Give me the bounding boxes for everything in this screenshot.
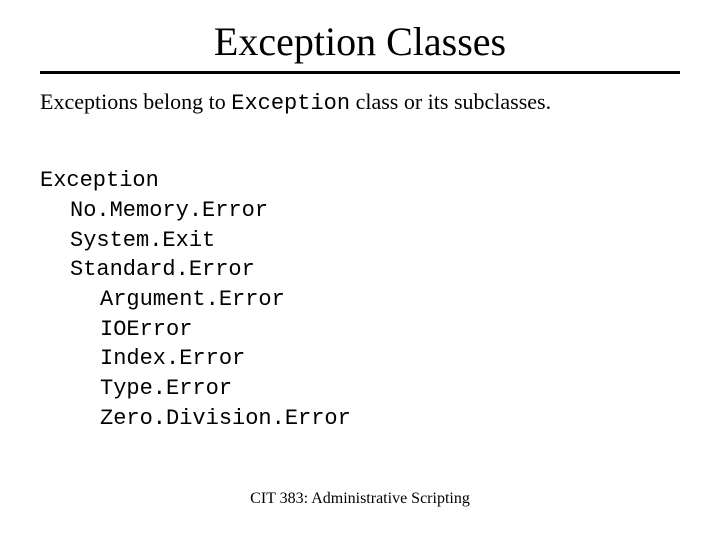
tree-item: IOError [40, 315, 720, 345]
tree-item: No.Memory.Error [40, 196, 720, 226]
tree-item: Argument.Error [40, 285, 720, 315]
tree-item: Index.Error [40, 344, 720, 374]
tree-item: System.Exit [40, 226, 720, 256]
slide: Exception Classes Exceptions belong to E… [0, 0, 720, 540]
tree-item: Standard.Error [40, 255, 720, 285]
intro-post: class or its subclasses. [350, 89, 551, 114]
intro-line: Exceptions belong to Exception class or … [40, 88, 680, 119]
tree-root: Exception [40, 168, 159, 193]
class-tree: Exception No.Memory.ErrorSystem.ExitStan… [40, 137, 720, 434]
intro-pre: Exceptions belong to [40, 89, 231, 114]
title-rule [40, 71, 680, 74]
slide-title: Exception Classes [0, 0, 720, 71]
tree-item: Zero.Division.Error [40, 404, 720, 434]
tree-item: Type.Error [40, 374, 720, 404]
slide-footer: CIT 383: Administrative Scripting [0, 490, 720, 508]
intro-code: Exception [231, 91, 350, 116]
